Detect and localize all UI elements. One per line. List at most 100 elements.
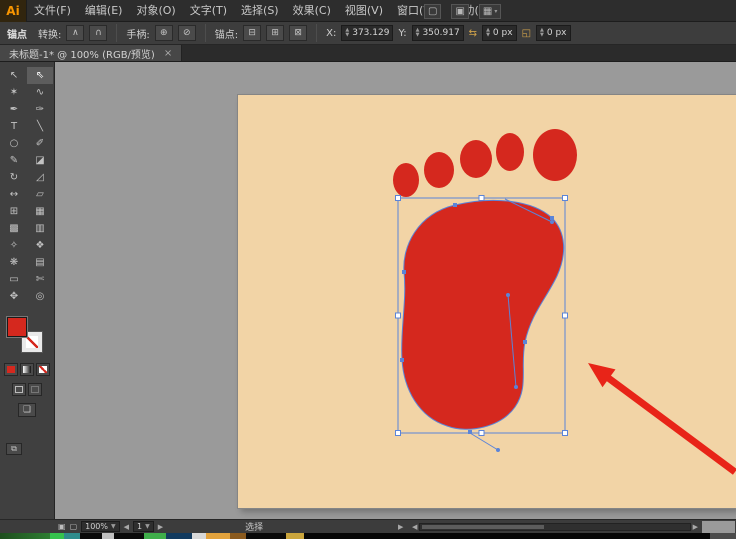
handle-dot[interactable] — [496, 448, 500, 452]
artboard-nav-select[interactable]: 1 ▼ — [133, 521, 154, 532]
anchor-point[interactable] — [453, 203, 457, 207]
stepper-icon[interactable]: ▲▼ — [345, 28, 349, 38]
none-button[interactable] — [36, 363, 50, 376]
footprint-toes[interactable] — [393, 129, 577, 197]
type-tool[interactable]: T — [1, 118, 27, 135]
blend-tool[interactable]: ❖ — [27, 237, 53, 254]
handle-dot[interactable] — [514, 385, 518, 389]
pencil-tool[interactable]: ✎ — [1, 152, 27, 169]
scroll-left-icon[interactable]: ◀ — [412, 523, 417, 531]
status-icon-1[interactable]: ▣ — [58, 522, 66, 531]
toe-shape-big[interactable] — [533, 129, 577, 181]
maximize-icon[interactable]: ▢ — [424, 4, 441, 19]
prev-artboard-button[interactable]: ◀ — [124, 523, 129, 531]
taskbar-item[interactable] — [286, 533, 304, 539]
toe-shape-2[interactable] — [424, 152, 454, 188]
arrange-documents-button[interactable]: ▦ ▾ — [479, 4, 501, 19]
stepper-icon[interactable]: ▲▼ — [486, 28, 490, 38]
show-handles-button[interactable]: ⊕ — [155, 25, 173, 41]
eyedropper-tool[interactable]: ✧ — [1, 237, 27, 254]
gradient-button[interactable] — [20, 363, 34, 376]
anchor-point[interactable] — [523, 340, 527, 344]
symbol-sprayer-tool[interactable]: ❋ — [1, 254, 27, 271]
taskbar-item[interactable] — [64, 533, 80, 539]
selection-handle-sw[interactable] — [396, 431, 401, 436]
zoom-tool[interactable]: ◎ — [27, 288, 53, 305]
close-icon[interactable]: × — [164, 48, 172, 59]
menu-type[interactable]: 文字(T) — [183, 0, 234, 22]
draw-normal-button[interactable] — [12, 383, 26, 396]
menu-file[interactable]: 文件(F) — [27, 0, 78, 22]
handle-dot[interactable] — [506, 293, 510, 297]
workspace-icon[interactable]: ▣ — [451, 4, 468, 19]
convert-corner-button[interactable]: ∧ — [66, 25, 84, 41]
selection-handle-nw[interactable] — [396, 196, 401, 201]
panel-collapse-button[interactable]: ⧉ — [6, 443, 22, 455]
screen-mode-button[interactable]: ❏ — [18, 403, 36, 417]
taskbar-item[interactable] — [206, 533, 230, 539]
selection-handle-ne[interactable] — [563, 196, 568, 201]
handle-dot[interactable] — [550, 220, 554, 224]
menu-view[interactable]: 视图(V) — [338, 0, 390, 22]
taskbar-item[interactable] — [166, 533, 192, 539]
status-icon-2[interactable]: ▢ — [70, 522, 78, 531]
stepper-icon[interactable]: ▲▼ — [540, 28, 544, 38]
lasso-tool[interactable]: ∿ — [27, 84, 53, 101]
taskbar-item[interactable] — [102, 533, 114, 539]
menu-object[interactable]: 对象(O) — [129, 0, 182, 22]
menu-edit[interactable]: 编辑(E) — [78, 0, 130, 22]
height-input[interactable]: ▲▼ 0 px — [536, 25, 571, 41]
artboard-tool[interactable]: ▭ — [1, 271, 27, 288]
toe-shape-1[interactable] — [393, 163, 419, 197]
taskbar-item[interactable] — [0, 533, 50, 539]
gradient-tool[interactable]: ▥ — [27, 220, 53, 237]
taskbar-item[interactable] — [230, 533, 246, 539]
slice-tool[interactable]: ✄ — [27, 271, 53, 288]
pen-tool[interactable]: ✒ — [1, 101, 27, 118]
corner-icon[interactable]: ◱ — [522, 28, 531, 39]
selection-handle-se[interactable] — [563, 431, 568, 436]
anchor-point[interactable] — [400, 358, 404, 362]
paintbrush-tool[interactable]: ✐ — [27, 135, 53, 152]
status-divider-icon[interactable]: ▶ — [398, 523, 403, 531]
horizontal-scrollbar[interactable]: ◀ ▶ — [412, 522, 698, 532]
column-graph-tool[interactable]: ▤ — [27, 254, 53, 271]
document-tab[interactable]: 未标题-1* @ 100% (RGB/预览) × — [0, 45, 182, 61]
perspective-grid-tool[interactable]: ▦ — [27, 203, 53, 220]
canvas[interactable] — [55, 62, 736, 519]
anchor-point[interactable] — [550, 216, 554, 220]
selection-handle-s[interactable] — [479, 431, 484, 436]
color-button[interactable] — [4, 363, 18, 376]
magic-wand-tool[interactable]: ✶ — [1, 84, 27, 101]
free-transform-tool[interactable]: ▱ — [27, 186, 53, 203]
shape-builder-tool[interactable]: ⊞ — [1, 203, 27, 220]
taskbar-item[interactable] — [192, 533, 206, 539]
selection-tool[interactable]: ↖ — [1, 67, 27, 84]
foot-shape[interactable] — [402, 200, 564, 429]
taskbar-item[interactable] — [710, 533, 736, 539]
hide-handles-button[interactable]: ⊘ — [178, 25, 196, 41]
remove-anchor-button[interactable]: ⊟ — [243, 25, 261, 41]
selection-handle-e[interactable] — [563, 313, 568, 318]
rotate-tool[interactable]: ↻ — [1, 169, 27, 186]
convert-smooth-button[interactable]: ∩ — [89, 25, 107, 41]
draw-behind-button[interactable] — [28, 383, 42, 396]
stepper-icon[interactable]: ▲▼ — [416, 28, 420, 38]
scrollbar-thumb[interactable] — [422, 525, 543, 529]
x-input[interactable]: ▲▼ 373.129 — [341, 25, 393, 41]
link-dimensions-icon[interactable]: ⇆ — [469, 28, 477, 39]
menu-select[interactable]: 选择(S) — [234, 0, 286, 22]
anchor-point[interactable] — [468, 430, 472, 434]
line-segment-tool[interactable]: ╲ — [27, 118, 53, 135]
next-artboard-button[interactable]: ▶ — [158, 523, 163, 531]
width-tool[interactable]: ↔ — [1, 186, 27, 203]
scale-tool[interactable]: ◿ — [27, 169, 53, 186]
zoom-select[interactable]: 100% ▼ — [81, 521, 120, 532]
taskbar-item[interactable] — [144, 533, 166, 539]
ellipse-tool[interactable]: ○ — [1, 135, 27, 152]
anchor-point[interactable] — [402, 270, 406, 274]
scrollbar-track[interactable] — [419, 523, 690, 531]
selection-handle-w[interactable] — [396, 313, 401, 318]
menu-effect[interactable]: 效果(C) — [286, 0, 338, 22]
scroll-right-icon[interactable]: ▶ — [693, 523, 698, 531]
